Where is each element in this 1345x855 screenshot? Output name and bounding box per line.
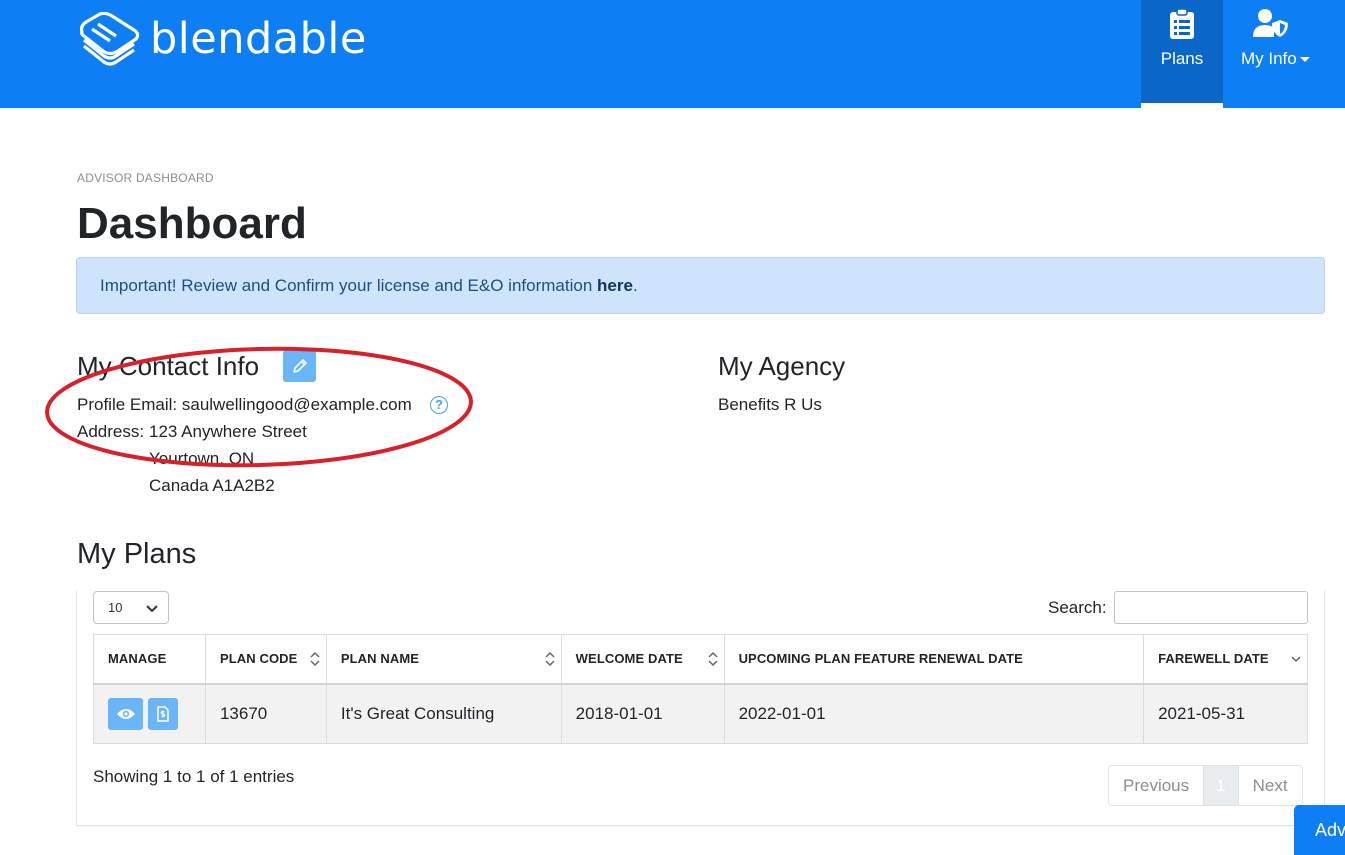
agency-name: Benefits R Us [718,395,822,414]
clipboard-icon [1170,8,1194,39]
view-plan-button[interactable] [108,697,143,730]
alert-text: Important! Review and Confirm your licen… [100,276,598,295]
col-welcome-date-label: WELCOME DATE [575,651,683,667]
plans-heading: My Plans [77,538,197,570]
caret-down-icon [1299,57,1310,63]
alert-suffix: . [632,276,638,295]
table-header-row: MANAGE PLAN CODE PLAN NAME WELCOME DATE … [93,634,1308,685]
document-dollar-icon [157,706,169,722]
col-welcome-date[interactable]: WELCOME DATE [560,634,725,685]
page-length-select[interactable]: 10 [93,591,169,624]
welcome-date-cell: 2018-01-01 [560,683,725,744]
sort-icon [310,651,320,667]
col-manage: MANAGE [93,634,206,685]
col-plan-code[interactable]: PLAN CODE [204,634,327,685]
license-alert: Important! Review and Confirm your licen… [76,257,1325,314]
col-renewal-date[interactable]: UPCOMING PLAN FEATURE RENEWAL DATE [723,634,1145,685]
plan-code-cell: 13670 [204,683,327,744]
plan-name-cell: It's Great Consulting [325,683,562,744]
pagination: Previous 1 Next [1108,765,1303,806]
col-plan-name-label: PLAN NAME [340,651,420,667]
blendable-logo-icon [79,12,140,66]
col-farewell-date[interactable]: FAREWELL DATE [1143,634,1308,685]
sort-icon [545,651,555,667]
top-navbar: blendable Plans My Info [0,0,1345,108]
page-1-button[interactable]: 1 [1203,766,1239,805]
plans-table: MANAGE PLAN CODE PLAN NAME WELCOME DATE … [93,634,1308,744]
address-line-3: Canada A1A2B2 [149,476,275,495]
page-title: Dashboard [77,199,307,248]
col-farewell-date-label: FAREWELL DATE [1158,651,1269,667]
table-row: 13670 It's Great Consulting 2018-01-01 2… [93,683,1308,744]
search-label: Search: [1048,598,1107,617]
brand-logo[interactable]: blendable [76,12,367,66]
user-shield-icon [1253,9,1288,37]
sort-icon [708,651,718,667]
manage-cell [93,683,206,744]
nav-my-info-label: My Info [1241,49,1310,69]
agency-heading: My Agency [718,351,846,381]
renewal-date-cell: 2022-01-01 [723,683,1145,744]
brand-name: blendable [150,14,367,64]
col-plan-code-label: PLAN CODE [219,651,298,667]
sort-desc-icon [1291,656,1301,663]
farewell-date-cell: 2021-05-31 [1143,683,1308,744]
chevron-down-icon [146,605,158,613]
next-button[interactable]: Next [1238,766,1302,805]
table-info: Showing 1 to 1 of 1 entries [93,767,295,786]
nav-my-info-dropdown[interactable]: My Info [1223,0,1345,108]
col-plan-name[interactable]: PLAN NAME [325,634,562,685]
nav-plans[interactable]: Plans [1141,0,1223,108]
previous-button[interactable]: Previous [1109,766,1204,805]
breadcrumb: ADVISOR DASHBOARD [77,171,214,185]
annotation-oval [45,346,473,468]
nav-plans-label: Plans [1160,49,1204,68]
eye-icon [116,708,135,719]
plan-invoice-button[interactable] [148,697,178,730]
alert-link[interactable]: here [597,276,633,295]
search-input[interactable] [1114,591,1308,624]
page-length-value: 10 [108,600,123,615]
